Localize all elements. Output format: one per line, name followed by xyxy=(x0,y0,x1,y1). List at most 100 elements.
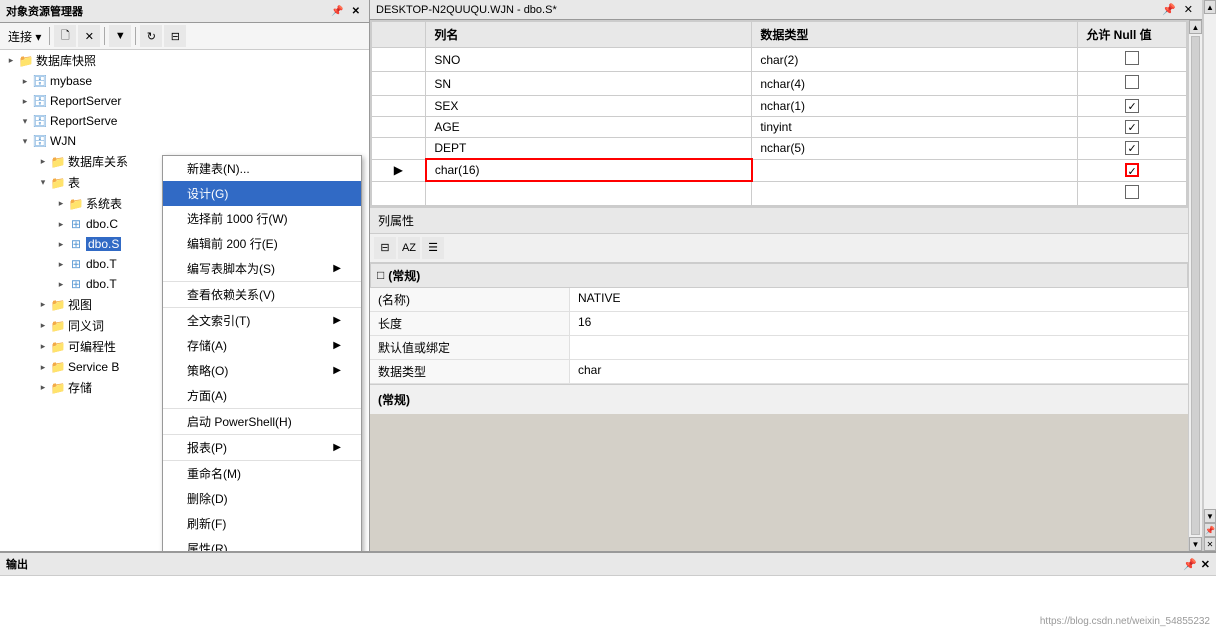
props-section-toggle[interactable]: □ xyxy=(377,268,384,282)
row-nullable[interactable] xyxy=(1078,159,1187,181)
props-alpha-btn[interactable]: AZ xyxy=(398,237,420,259)
row-type[interactable]: nchar(4) xyxy=(752,72,1078,96)
table-row[interactable]: SNO char(2) xyxy=(372,48,1187,72)
row-name[interactable]: DEPT xyxy=(426,138,752,160)
ctx-rename[interactable]: 重命名(M) xyxy=(163,461,361,486)
bottom-pin-btn[interactable]: 📌 xyxy=(1183,558,1197,571)
right-pin-btn[interactable]: 📌 xyxy=(1159,3,1179,16)
row-name[interactable]: SNO xyxy=(426,48,752,72)
ctx-properties[interactable]: 属性(R) xyxy=(163,536,361,551)
toggle-dbrel[interactable]: ▸ xyxy=(36,155,50,169)
props-categorized-btn[interactable]: ⊟ xyxy=(374,237,396,259)
toggle-dboT1[interactable]: ▸ xyxy=(54,257,68,271)
ctx-reports[interactable]: 报表(P) ▶ xyxy=(163,435,361,461)
delete-toolbar-btn[interactable]: ✕ xyxy=(78,25,100,47)
ctx-storage[interactable]: 存储(A) ▶ xyxy=(163,333,361,358)
row-type[interactable]: tinyint xyxy=(752,117,1078,138)
right-scrollbar[interactable]: ▲ ▼ xyxy=(1188,20,1202,551)
ctx-dependencies[interactable]: 查看依赖关系(V) xyxy=(163,282,361,308)
toggle-wjn[interactable]: ▾ xyxy=(18,134,32,148)
row-type[interactable]: char(2) xyxy=(752,48,1078,72)
toggle-mybase[interactable]: ▸ xyxy=(18,74,32,88)
toggle-reportserve2[interactable]: ▾ xyxy=(18,114,32,128)
table-row[interactable]: ▶ char(16) xyxy=(372,159,1187,181)
ctx-refresh[interactable]: 刷新(F) xyxy=(163,511,361,536)
nullable-checkbox[interactable] xyxy=(1125,141,1139,155)
toggle-servicebroker[interactable]: ▸ xyxy=(36,360,50,374)
toggle-views[interactable]: ▸ xyxy=(36,298,50,312)
toggle-dboT2[interactable]: ▸ xyxy=(54,277,68,291)
ctx-powershell[interactable]: 启动 PowerShell(H) xyxy=(163,409,361,435)
connect-button[interactable]: 连接 ▾ xyxy=(4,26,45,47)
filter-toolbar-btn[interactable]: ▼ xyxy=(109,25,131,47)
toggle-tables[interactable]: ▾ xyxy=(36,176,50,190)
far-scroll-up[interactable]: ▲ xyxy=(1204,0,1216,14)
row-type-highlighted[interactable] xyxy=(752,159,1078,181)
props-title-bar[interactable]: 列属性 xyxy=(370,208,1188,234)
tree-item-wjn[interactable]: ▾ 🗄 WJN xyxy=(0,131,369,151)
row-type[interactable]: nchar(5) xyxy=(752,138,1078,160)
toggle-databases[interactable]: ▸ xyxy=(4,54,18,68)
ctx-policy[interactable]: 策略(O) ▶ xyxy=(163,358,361,383)
tree-item-reportserve2[interactable]: ▾ 🗄 ReportServe xyxy=(0,111,369,131)
row-name[interactable]: SN xyxy=(426,72,752,96)
row-type-empty[interactable] xyxy=(752,181,1078,205)
toggle-synonyms[interactable]: ▸ xyxy=(36,319,50,333)
nullable-checkbox-highlighted[interactable] xyxy=(1125,163,1139,177)
props-pages-btn[interactable]: ☰ xyxy=(422,237,444,259)
close-icon[interactable]: ✕ xyxy=(349,6,363,17)
props-value-name[interactable]: NATIVE xyxy=(570,288,1188,311)
new-toolbar-btn[interactable]: 🗋 xyxy=(54,25,76,47)
collapse-toolbar-btn[interactable]: ⊟ xyxy=(164,25,186,47)
ctx-delete[interactable]: 删除(D) xyxy=(163,486,361,511)
toggle-reportserver[interactable]: ▸ xyxy=(18,94,32,108)
toggle-storage[interactable]: ▸ xyxy=(36,381,50,395)
table-row[interactable]: SEX nchar(1) xyxy=(372,96,1187,117)
ctx-design[interactable]: 设计(G) xyxy=(163,181,361,206)
ctx-fulltext[interactable]: 全文索引(T) ▶ xyxy=(163,308,361,333)
toggle-programmable[interactable]: ▸ xyxy=(36,340,50,354)
row-name-highlighted[interactable]: char(16) xyxy=(426,159,752,181)
toggle-dboC[interactable]: ▸ xyxy=(54,217,68,231)
row-name-empty[interactable] xyxy=(426,181,752,205)
ctx-script[interactable]: 编写表脚本为(S) ▶ xyxy=(163,256,361,282)
right-close-btn[interactable]: ✕ xyxy=(1181,3,1196,16)
row-type[interactable]: nchar(1) xyxy=(752,96,1078,117)
nullable-checkbox-empty[interactable] xyxy=(1125,185,1139,199)
far-pin-btn[interactable]: 📌 xyxy=(1204,523,1216,537)
far-close-btn[interactable]: ✕ xyxy=(1204,537,1216,551)
props-value-datatype[interactable]: char xyxy=(570,360,1188,383)
table-row[interactable]: DEPT nchar(5) xyxy=(372,138,1187,160)
nullable-checkbox[interactable] xyxy=(1125,51,1139,65)
props-value-length[interactable]: 16 xyxy=(570,312,1188,335)
table-row-empty[interactable] xyxy=(372,181,1187,205)
row-nullable-empty[interactable] xyxy=(1078,181,1187,205)
ctx-select-top[interactable]: 选择前 1000 行(W) xyxy=(163,206,361,231)
scroll-up-btn[interactable]: ▲ xyxy=(1189,20,1202,34)
refresh-toolbar-btn[interactable]: ↻ xyxy=(140,25,162,47)
row-nullable[interactable] xyxy=(1078,48,1187,72)
row-nullable[interactable] xyxy=(1078,72,1187,96)
tree-item-databases[interactable]: ▸ 📁 数据库快照 xyxy=(0,50,369,71)
table-row[interactable]: AGE tinyint xyxy=(372,117,1187,138)
row-nullable[interactable] xyxy=(1078,96,1187,117)
nullable-checkbox[interactable] xyxy=(1125,120,1139,134)
row-name[interactable]: SEX xyxy=(426,96,752,117)
ctx-aspects[interactable]: 方面(A) xyxy=(163,383,361,409)
ctx-edit-top[interactable]: 编辑前 200 行(E) xyxy=(163,231,361,256)
props-value-default[interactable] xyxy=(570,336,1188,359)
far-scroll-down[interactable]: ▼ xyxy=(1204,509,1216,523)
ctx-new-table[interactable]: 新建表(N)... xyxy=(163,156,361,181)
table-row[interactable]: SN nchar(4) xyxy=(372,72,1187,96)
row-nullable[interactable] xyxy=(1078,117,1187,138)
toggle-systables[interactable]: ▸ xyxy=(54,197,68,211)
bottom-close-btn[interactable]: ✕ xyxy=(1201,558,1210,571)
toggle-dboS[interactable]: ▸ xyxy=(54,237,68,251)
tree-item-mybase[interactable]: ▸ 🗄 mybase xyxy=(0,71,369,91)
nullable-checkbox[interactable] xyxy=(1125,75,1139,89)
tree-item-reportserver[interactable]: ▸ 🗄 ReportServer xyxy=(0,91,369,111)
scroll-down-btn[interactable]: ▼ xyxy=(1189,537,1202,551)
row-nullable[interactable] xyxy=(1078,138,1187,160)
row-name[interactable]: AGE xyxy=(426,117,752,138)
pin-icon[interactable]: 📌 xyxy=(328,6,346,17)
